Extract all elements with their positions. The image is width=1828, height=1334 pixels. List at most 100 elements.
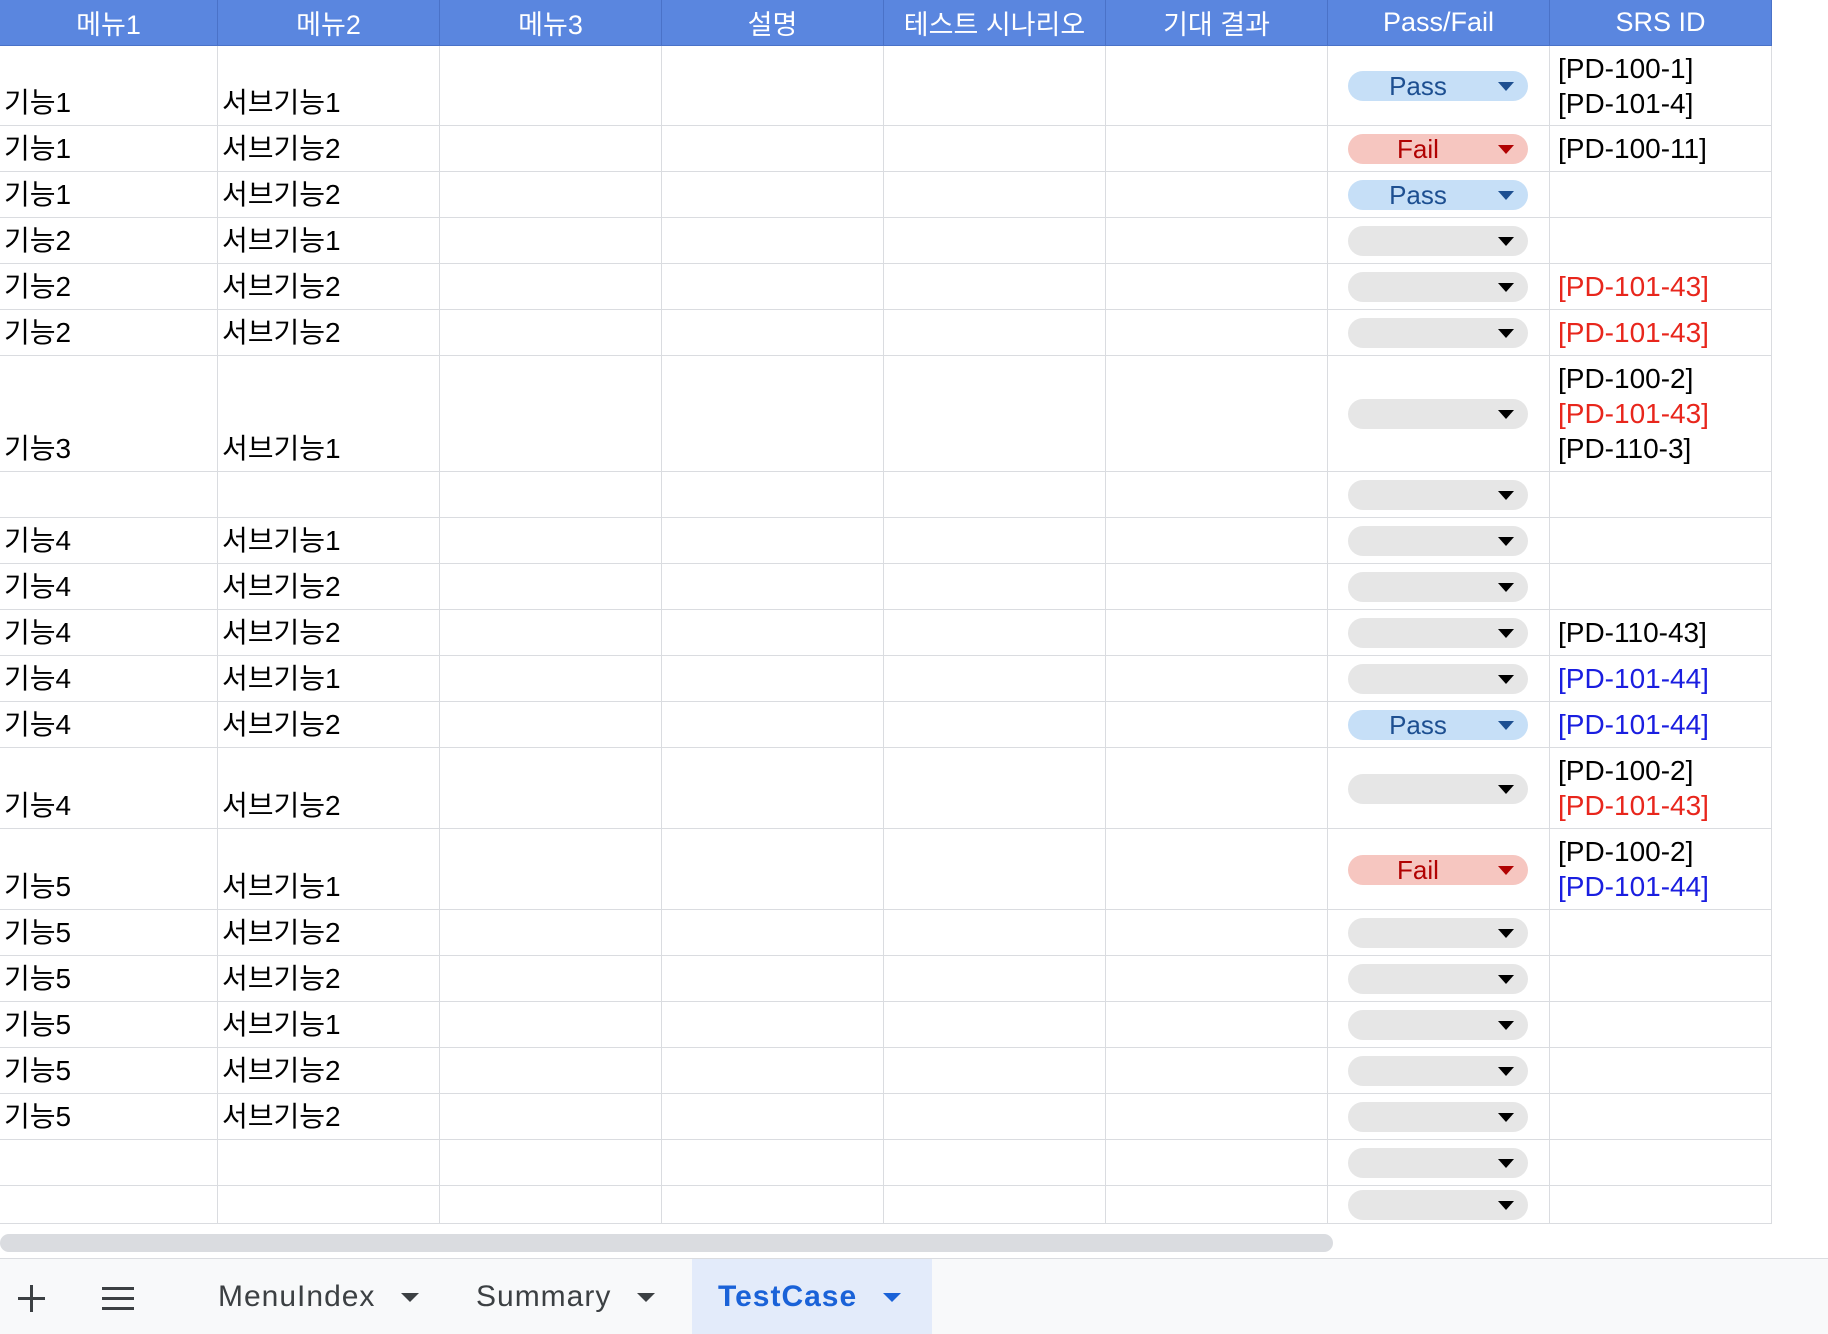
status-dropdown[interactable]: Pass <box>1348 71 1528 101</box>
status-dropdown[interactable]: Pass <box>1348 710 1528 740</box>
cell-menu3[interactable] <box>440 1002 662 1048</box>
cell-pass-fail[interactable] <box>1328 264 1550 310</box>
srs-id-link[interactable]: [PD-100-2] <box>1558 834 1709 869</box>
cell-description[interactable] <box>662 910 884 956</box>
cell-description[interactable] <box>662 172 884 218</box>
column-header-srs-id[interactable]: SRS ID <box>1550 0 1772 46</box>
cell-menu1[interactable]: 기능2 <box>0 310 218 356</box>
cell-description[interactable] <box>662 518 884 564</box>
cell-description[interactable] <box>662 956 884 1002</box>
tab-summary[interactable]: Summary <box>470 1259 690 1334</box>
cell-menu1[interactable]: 기능5 <box>0 1002 218 1048</box>
cell-menu2[interactable] <box>218 472 440 518</box>
cell-menu2[interactable]: 서브기능1 <box>218 829 440 910</box>
cell-expected[interactable] <box>1106 1002 1328 1048</box>
srs-id-link[interactable]: [PD-100-1] <box>1558 51 1693 86</box>
cell-menu3[interactable] <box>440 218 662 264</box>
status-dropdown[interactable] <box>1348 1010 1528 1040</box>
cell-menu3[interactable] <box>440 310 662 356</box>
srs-id-link[interactable]: [PD-110-43] <box>1558 615 1707 650</box>
status-dropdown[interactable] <box>1348 1056 1528 1086</box>
cell-pass-fail[interactable] <box>1328 1094 1550 1140</box>
cell-expected[interactable] <box>1106 46 1328 126</box>
cell-description[interactable] <box>662 829 884 910</box>
srs-id-link[interactable]: [PD-101-43] <box>1558 396 1709 431</box>
cell-expected[interactable] <box>1106 356 1328 472</box>
cell-srs-id[interactable]: [PD-100-11] <box>1550 126 1772 172</box>
cell-menu2[interactable]: 서브기능1 <box>218 1002 440 1048</box>
cell-expected[interactable] <box>1106 1140 1328 1186</box>
cell-expected[interactable] <box>1106 264 1328 310</box>
status-dropdown[interactable] <box>1348 1148 1528 1178</box>
status-dropdown[interactable] <box>1348 318 1528 348</box>
cell-expected[interactable] <box>1106 126 1328 172</box>
cell-menu3[interactable] <box>440 610 662 656</box>
cell-menu3[interactable] <box>440 1140 662 1186</box>
cell-pass-fail[interactable] <box>1328 518 1550 564</box>
cell-menu3[interactable] <box>440 356 662 472</box>
column-header-menu3[interactable]: 메뉴3 <box>440 0 662 46</box>
srs-id-link[interactable]: [PD-110-3] <box>1558 431 1709 466</box>
cell-expected[interactable] <box>1106 1048 1328 1094</box>
cell-srs-id[interactable] <box>1550 564 1772 610</box>
cell-menu1[interactable]: 기능1 <box>0 172 218 218</box>
cell-scenario[interactable] <box>884 610 1106 656</box>
cell-menu3[interactable] <box>440 126 662 172</box>
cell-description[interactable] <box>662 702 884 748</box>
cell-menu3[interactable] <box>440 748 662 829</box>
tab-menuindex[interactable]: MenuIndex <box>212 1259 442 1334</box>
cell-srs-id[interactable] <box>1550 218 1772 264</box>
cell-menu1[interactable] <box>0 1140 218 1186</box>
cell-srs-id[interactable]: [PD-101-44] <box>1550 656 1772 702</box>
cell-expected[interactable] <box>1106 748 1328 829</box>
cell-srs-id[interactable]: [PD-101-43] <box>1550 264 1772 310</box>
cell-menu2[interactable]: 서브기능2 <box>218 702 440 748</box>
cell-srs-id[interactable]: [PD-100-2] [PD-101-43] <box>1550 748 1772 829</box>
tab-testcase[interactable]: TestCase <box>692 1259 932 1334</box>
srs-id-link[interactable]: [PD-101-4] <box>1558 86 1693 121</box>
cell-scenario[interactable] <box>884 172 1106 218</box>
cell-scenario[interactable] <box>884 1186 1106 1224</box>
cell-expected[interactable] <box>1106 472 1328 518</box>
cell-menu2[interactable]: 서브기능2 <box>218 126 440 172</box>
cell-menu2[interactable]: 서브기능2 <box>218 310 440 356</box>
cell-menu1[interactable]: 기능4 <box>0 610 218 656</box>
cell-srs-id[interactable]: [PD-101-43] <box>1550 310 1772 356</box>
status-dropdown[interactable] <box>1348 1190 1528 1220</box>
horizontal-scrollbar[interactable] <box>0 1228 1828 1258</box>
cell-description[interactable] <box>662 656 884 702</box>
srs-id-link[interactable]: [PD-101-43] <box>1558 788 1709 823</box>
cell-pass-fail[interactable]: Fail <box>1328 829 1550 910</box>
cell-pass-fail[interactable] <box>1328 956 1550 1002</box>
chevron-down-icon[interactable] <box>401 1292 420 1302</box>
cell-pass-fail[interactable] <box>1328 748 1550 829</box>
cell-srs-id[interactable]: [PD-100-2] [PD-101-44] <box>1550 829 1772 910</box>
cell-menu3[interactable] <box>440 46 662 126</box>
cell-srs-id[interactable] <box>1550 1186 1772 1224</box>
chevron-down-icon[interactable] <box>637 1292 656 1302</box>
cell-srs-id[interactable] <box>1550 1002 1772 1048</box>
cell-menu1[interactable]: 기능5 <box>0 1048 218 1094</box>
cell-menu1[interactable]: 기능1 <box>0 46 218 126</box>
cell-pass-fail[interactable] <box>1328 610 1550 656</box>
cell-description[interactable] <box>662 356 884 472</box>
cell-scenario[interactable] <box>884 748 1106 829</box>
cell-pass-fail[interactable] <box>1328 356 1550 472</box>
cell-description[interactable] <box>662 126 884 172</box>
cell-menu2[interactable]: 서브기능1 <box>218 356 440 472</box>
cell-expected[interactable] <box>1106 702 1328 748</box>
cell-scenario[interactable] <box>884 310 1106 356</box>
srs-id-link[interactable]: [PD-100-2] <box>1558 361 1709 396</box>
cell-menu1[interactable]: 기능5 <box>0 829 218 910</box>
cell-description[interactable] <box>662 218 884 264</box>
cell-menu3[interactable] <box>440 656 662 702</box>
cell-pass-fail[interactable] <box>1328 218 1550 264</box>
cell-menu1[interactable] <box>0 1186 218 1224</box>
cell-pass-fail[interactable]: Fail <box>1328 126 1550 172</box>
cell-srs-id[interactable] <box>1550 1048 1772 1094</box>
status-dropdown[interactable]: Fail <box>1348 855 1528 885</box>
cell-pass-fail[interactable] <box>1328 472 1550 518</box>
cell-srs-id[interactable] <box>1550 956 1772 1002</box>
cell-menu1[interactable]: 기능2 <box>0 264 218 310</box>
cell-menu1[interactable]: 기능1 <box>0 126 218 172</box>
